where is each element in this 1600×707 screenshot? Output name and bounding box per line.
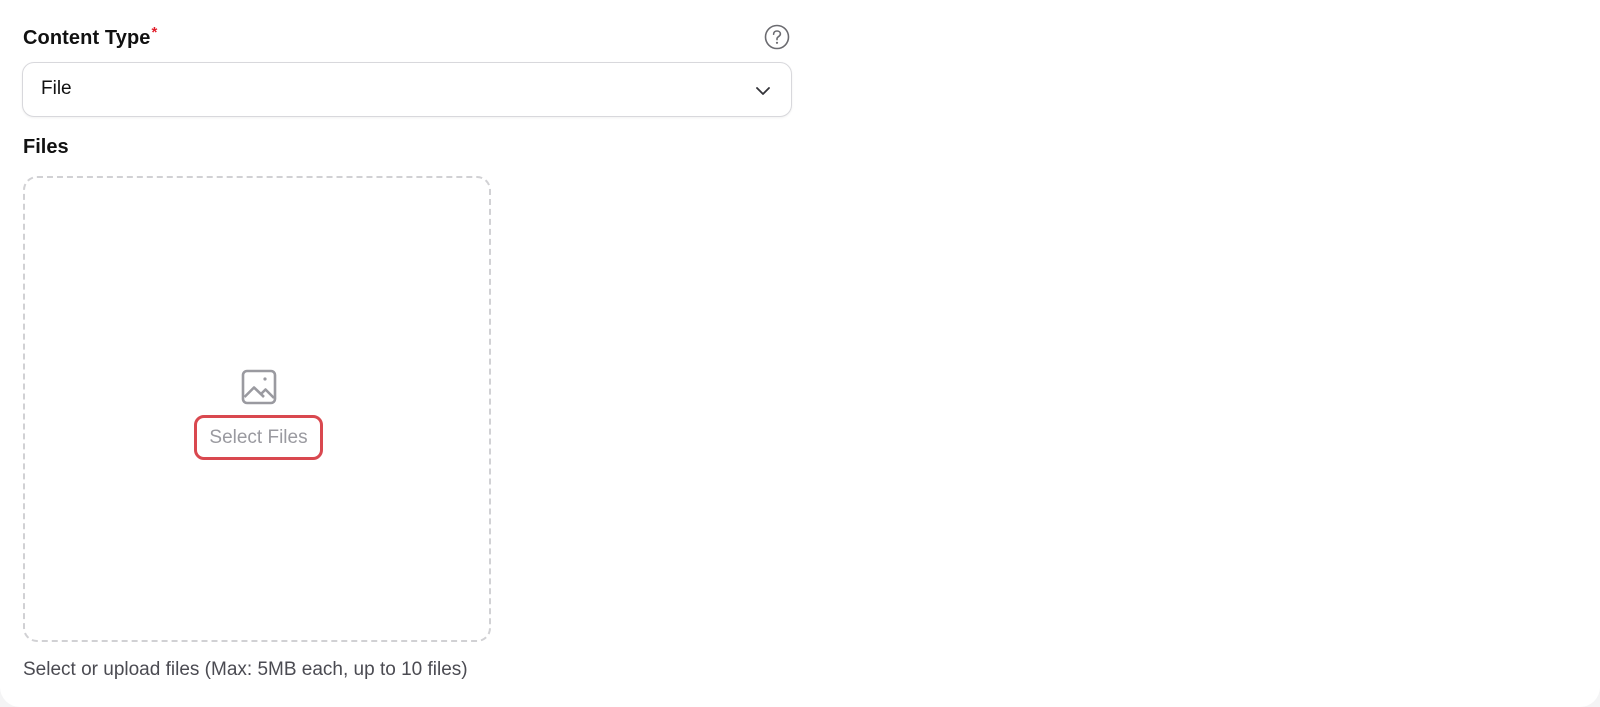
content-type-header: Content Type* bbox=[23, 24, 791, 54]
required-marker: * bbox=[151, 24, 158, 41]
content-type-selected-value: File bbox=[41, 78, 72, 99]
files-helper-text: Select or upload files (Max: 5MB each, u… bbox=[23, 659, 468, 680]
chevron-down-icon bbox=[753, 81, 773, 101]
question-circle-icon[interactable] bbox=[764, 24, 790, 50]
select-files-button[interactable]: Select Files bbox=[194, 415, 323, 460]
content-type-label: Content Type* bbox=[23, 24, 158, 50]
image-icon bbox=[240, 368, 278, 406]
file-dropzone[interactable]: Select Files bbox=[23, 176, 491, 642]
files-label: Files bbox=[23, 136, 69, 158]
content-type-label-text: Content Type bbox=[23, 27, 151, 49]
content-type-select[interactable]: File bbox=[22, 62, 792, 117]
form-card: Content Type* File Files Select Files Se… bbox=[0, 0, 1600, 707]
